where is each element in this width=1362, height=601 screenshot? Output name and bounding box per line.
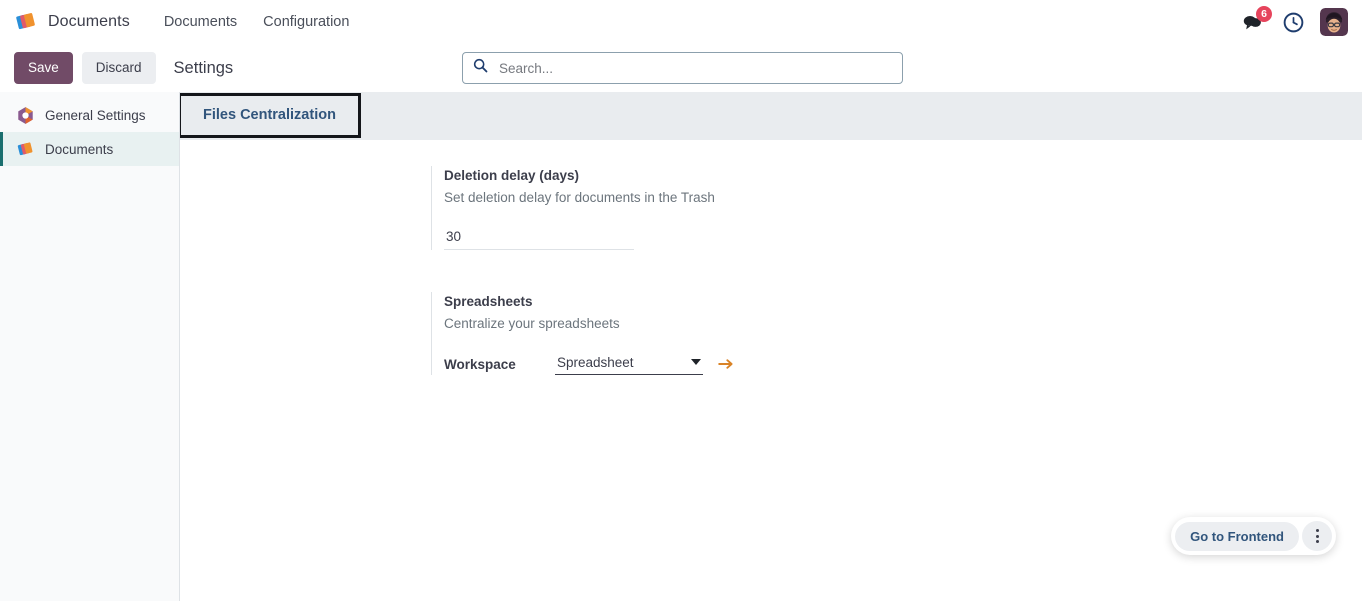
messages-icon[interactable]: 6 bbox=[1240, 6, 1272, 35]
brand-home-link[interactable]: Documents bbox=[14, 10, 130, 34]
sidebar-item-label: General Settings bbox=[45, 107, 146, 123]
navbar-systray: 6 bbox=[1240, 6, 1350, 36]
deletion-delay-input[interactable] bbox=[444, 227, 634, 251]
settings-tabs: Files Centralization bbox=[180, 92, 1362, 140]
sidebar-item-documents[interactable]: Documents bbox=[0, 132, 179, 166]
nav-item-configuration[interactable]: Configuration bbox=[253, 8, 359, 36]
messages-count-badge: 6 bbox=[1256, 6, 1272, 22]
go-to-frontend-button[interactable]: Go to Frontend bbox=[1175, 521, 1299, 551]
kebab-dot bbox=[1315, 529, 1319, 532]
documents-logo-icon bbox=[16, 140, 35, 159]
setting-block-deletion-delay: Deletion delay (days) Set deletion delay… bbox=[431, 166, 1051, 251]
deletion-delay-field-row bbox=[444, 227, 1051, 251]
setting-title: Spreadsheets bbox=[444, 294, 533, 310]
general-settings-icon bbox=[16, 106, 35, 125]
sidebar-item-label: Documents bbox=[45, 141, 114, 157]
sidebar-item-general-settings[interactable]: General Settings bbox=[0, 98, 179, 132]
frontend-widget: Go to Frontend bbox=[1171, 517, 1336, 555]
clock-activities-icon[interactable] bbox=[1280, 9, 1306, 35]
kebab-menu-icon[interactable] bbox=[1302, 521, 1332, 551]
setting-block-spreadsheets: Spreadsheets Centralize your spreadsheet… bbox=[431, 292, 1051, 376]
kebab-dot bbox=[1315, 540, 1319, 543]
workspace-field-row: Workspace Spreadsheet bbox=[444, 353, 1051, 376]
setting-description: Centralize your spreadsheets bbox=[444, 316, 620, 332]
user-avatar[interactable] bbox=[1320, 8, 1348, 36]
save-button[interactable]: Save bbox=[14, 52, 73, 84]
top-navbar: Documents Documents Configuration 6 bbox=[0, 0, 1362, 44]
control-panel: Save Discard Settings bbox=[0, 44, 1362, 92]
workspace-label: Workspace bbox=[444, 356, 516, 372]
settings-pane: Files Centralization Deletion delay (day… bbox=[180, 92, 1362, 601]
brand-name: Documents bbox=[48, 13, 130, 30]
documents-logo-icon bbox=[14, 10, 38, 34]
discard-button[interactable]: Discard bbox=[81, 52, 156, 84]
breadcrumb: Settings bbox=[173, 58, 234, 77]
search-input[interactable] bbox=[497, 59, 892, 77]
search-view[interactable] bbox=[462, 52, 903, 84]
arrow-right-internal-link-icon[interactable] bbox=[717, 356, 735, 372]
nav-item-documents[interactable]: Documents bbox=[154, 8, 247, 36]
workspace-select-value[interactable]: Spreadsheet bbox=[555, 353, 691, 371]
tab-files-centralization[interactable]: Files Centralization bbox=[180, 93, 361, 138]
workspace-select[interactable]: Spreadsheet bbox=[555, 353, 703, 376]
main-menu: Documents Configuration bbox=[154, 8, 360, 36]
app-body: General Settings Documents Files Central… bbox=[0, 92, 1362, 601]
kebab-dot bbox=[1315, 534, 1319, 538]
chevron-down-icon[interactable] bbox=[691, 359, 701, 366]
search-icon bbox=[473, 58, 488, 78]
settings-sidebar: General Settings Documents bbox=[0, 92, 180, 601]
setting-title: Deletion delay (days) bbox=[444, 168, 580, 183]
setting-description: Set deletion delay for documents in the … bbox=[444, 190, 715, 206]
